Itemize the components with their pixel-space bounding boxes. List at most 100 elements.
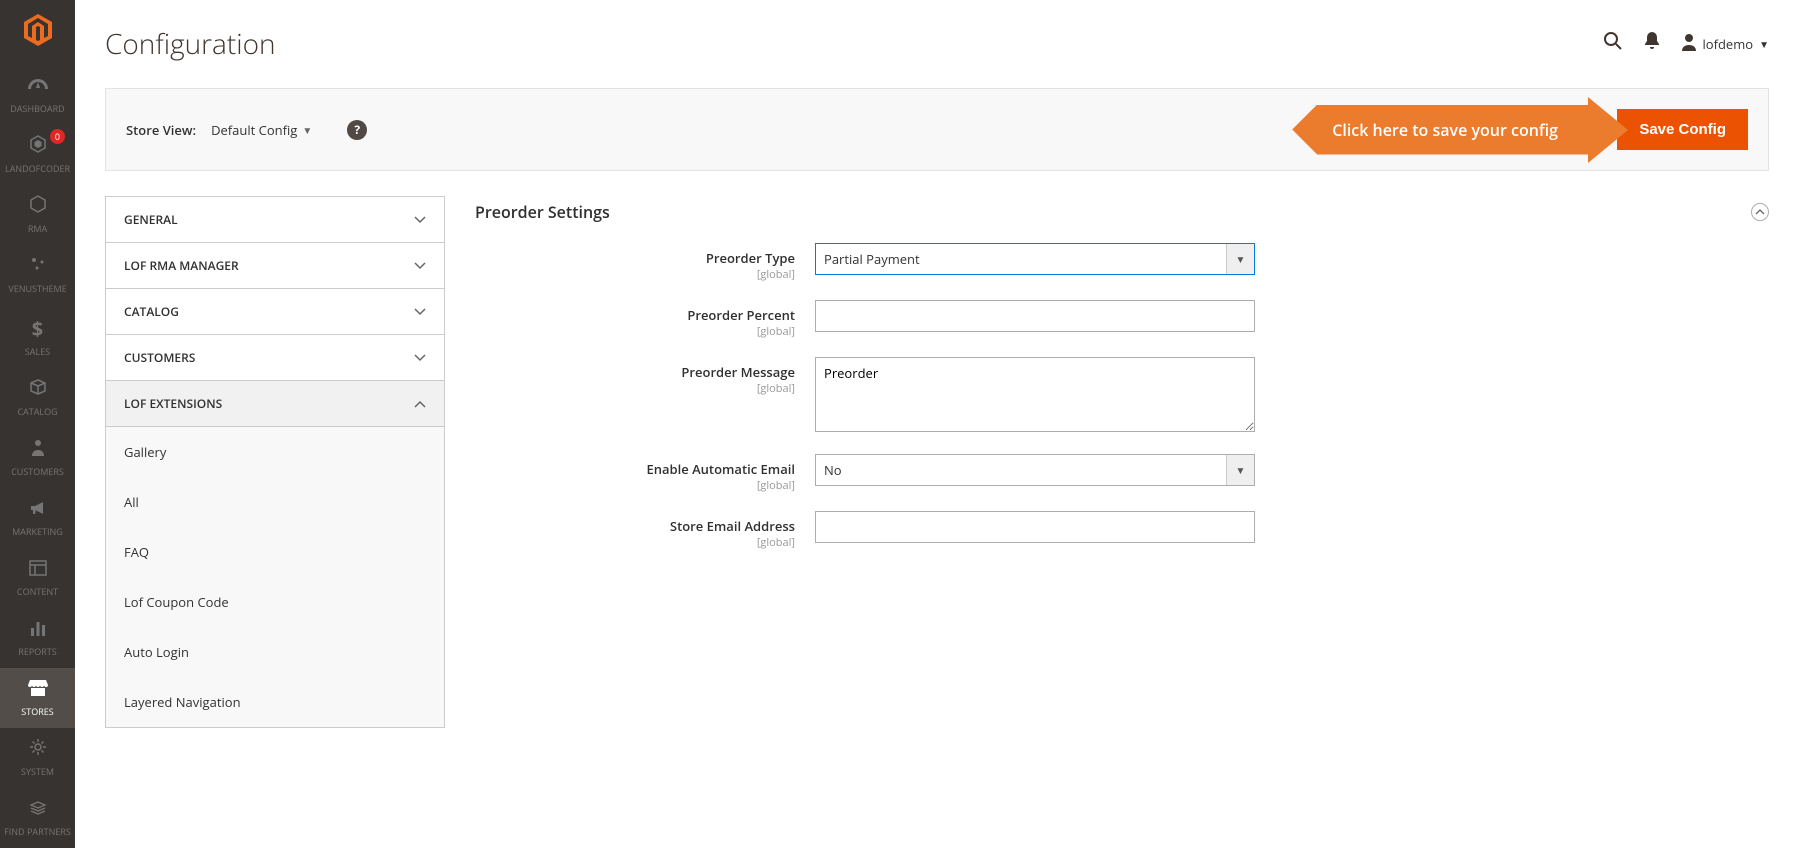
subitem-lof-coupon-code[interactable]: Lof Coupon Code — [106, 577, 444, 627]
subitem-layered-navigation[interactable]: Layered Navigation — [106, 677, 444, 727]
page-header: Configuration lofdemo ▼ — [105, 25, 1769, 63]
layout-icon — [29, 558, 47, 582]
nav-label: CATALOG — [17, 405, 57, 418]
nav-label: DASHBOARD — [10, 102, 64, 115]
nav-sales[interactable]: $ SALES — [0, 305, 75, 368]
tab-catalog[interactable]: CATALOG — [106, 289, 444, 335]
store-view-value-text: Default Config — [211, 121, 297, 139]
action-bar: Store View: Default Config ▼ ? Click her… — [105, 88, 1769, 171]
preorder-percent-input[interactable] — [815, 300, 1255, 332]
chevron-up-icon — [414, 395, 426, 412]
box-icon — [29, 378, 47, 402]
gear-icon — [29, 738, 47, 762]
callout-text: Click here to save your config — [1292, 105, 1588, 155]
nav-customers[interactable]: CUSTOMERS — [0, 428, 75, 488]
chevron-down-icon — [414, 349, 426, 366]
enable-auto-email-select[interactable]: No ▼ — [815, 454, 1255, 486]
nav-label: VENUSTHEME — [8, 282, 66, 295]
field-scope: [global] — [475, 535, 795, 550]
avatar-icon — [1681, 33, 1697, 56]
page-title: Configuration — [105, 25, 276, 63]
admin-sidebar: DASHBOARD 0 LANDOFCODER RMA VENUSTHEME $… — [0, 0, 75, 848]
collapse-icon[interactable] — [1751, 203, 1769, 221]
nav-system[interactable]: SYSTEM — [0, 728, 75, 788]
save-callout: Click here to save your config — [1292, 97, 1628, 163]
storefront-icon — [28, 678, 48, 702]
person-icon — [31, 438, 45, 462]
nav-reports[interactable]: REPORTS — [0, 608, 75, 668]
megaphone-icon — [29, 498, 47, 522]
preorder-message-textarea[interactable]: Preorder — [815, 357, 1255, 432]
main-content: Configuration lofdemo ▼ Store View: Defa… — [75, 0, 1799, 848]
store-view-label: Store View: — [126, 121, 196, 139]
tab-lof-extensions-items: Gallery All FAQ Lof Coupon Code Auto Log… — [106, 427, 444, 727]
help-icon[interactable]: ? — [347, 120, 367, 140]
field-label: Store Email Address — [670, 517, 795, 535]
row-preorder-type: Preorder Type [global] Partial Payment ▼ — [475, 243, 1769, 282]
tab-customers[interactable]: CUSTOMERS — [106, 335, 444, 381]
tab-label: CUSTOMERS — [124, 349, 195, 366]
store-email-input[interactable] — [815, 511, 1255, 543]
config-panel: Preorder Settings Preorder Type [global]… — [475, 196, 1769, 728]
search-icon[interactable] — [1603, 31, 1623, 57]
sparkle-icon — [29, 255, 47, 279]
nav-content[interactable]: CONTENT — [0, 548, 75, 608]
tab-lof-extensions[interactable]: LOF EXTENSIONS — [106, 381, 444, 427]
select-value: Partial Payment — [816, 244, 1226, 274]
header-actions: lofdemo ▼ — [1603, 31, 1770, 57]
chevron-down-icon — [414, 211, 426, 228]
nav-label: RMA — [28, 222, 47, 235]
nav-venustheme[interactable]: VENUSTHEME — [0, 245, 75, 305]
field-scope: [global] — [475, 381, 795, 396]
caret-down-icon: ▼ — [1759, 37, 1769, 51]
tab-general[interactable]: GENERAL — [106, 197, 444, 243]
magento-logo-icon — [18, 10, 58, 50]
dollar-icon: $ — [32, 315, 43, 342]
tab-lof-rma-manager[interactable]: LOF RMA MANAGER — [106, 243, 444, 289]
notification-icon[interactable] — [1643, 31, 1661, 57]
field-scope: [global] — [475, 324, 795, 339]
nav-dashboard[interactable]: DASHBOARD — [0, 65, 75, 125]
nav-marketing[interactable]: MARKETING — [0, 488, 75, 548]
field-scope: [global] — [475, 267, 795, 282]
chevron-down-icon — [414, 303, 426, 320]
subitem-auto-login[interactable]: Auto Login — [106, 627, 444, 677]
field-label: Preorder Message — [681, 363, 795, 381]
nav-rma[interactable]: RMA — [0, 185, 75, 245]
arrow-head-icon — [1588, 97, 1628, 163]
hexagon-icon — [29, 135, 47, 159]
field-label: Preorder Percent — [687, 306, 795, 324]
nav-label: LANDOFCODER — [5, 162, 70, 175]
caret-down-icon: ▼ — [1226, 244, 1254, 274]
row-enable-auto-email: Enable Automatic Email [global] No ▼ — [475, 454, 1769, 493]
field-label: Preorder Type — [706, 249, 795, 267]
preorder-type-select[interactable]: Partial Payment ▼ — [815, 243, 1255, 275]
field-scope: [global] — [475, 478, 795, 493]
field-label: Enable Automatic Email — [646, 460, 795, 478]
select-value: No — [816, 455, 1226, 485]
caret-down-icon: ▼ — [1226, 455, 1254, 485]
tab-label: LOF EXTENSIONS — [124, 395, 222, 412]
nav-label: SYSTEM — [21, 765, 54, 778]
nav-stores[interactable]: STORES — [0, 668, 75, 728]
partners-icon — [29, 798, 47, 822]
subitem-all[interactable]: All — [106, 477, 444, 527]
subitem-gallery[interactable]: Gallery — [106, 427, 444, 477]
nav-label: FIND PARTNERS — [4, 825, 71, 838]
chevron-down-icon — [414, 257, 426, 274]
panel-header: Preorder Settings — [475, 196, 1769, 243]
nav-catalog[interactable]: CATALOG — [0, 368, 75, 428]
tab-label: CATALOG — [124, 303, 179, 320]
save-config-button[interactable]: Save Config — [1617, 109, 1748, 150]
row-preorder-message: Preorder Message [global] Preorder — [475, 357, 1769, 436]
speedometer-icon — [28, 75, 48, 99]
nav-find-partners[interactable]: FIND PARTNERS — [0, 788, 75, 848]
hexagon-outline-icon — [29, 195, 47, 219]
subitem-faq[interactable]: FAQ — [106, 527, 444, 577]
nav-label: REPORTS — [18, 645, 56, 658]
user-menu[interactable]: lofdemo ▼ — [1681, 33, 1770, 56]
config-content: GENERAL LOF RMA MANAGER CATALOG CUSTOMER… — [105, 196, 1769, 728]
store-view-dropdown[interactable]: Default Config ▼ — [211, 121, 312, 139]
nav-landofcoder[interactable]: 0 LANDOFCODER — [0, 125, 75, 185]
store-view-switcher: Store View: Default Config ▼ ? — [126, 120, 367, 140]
